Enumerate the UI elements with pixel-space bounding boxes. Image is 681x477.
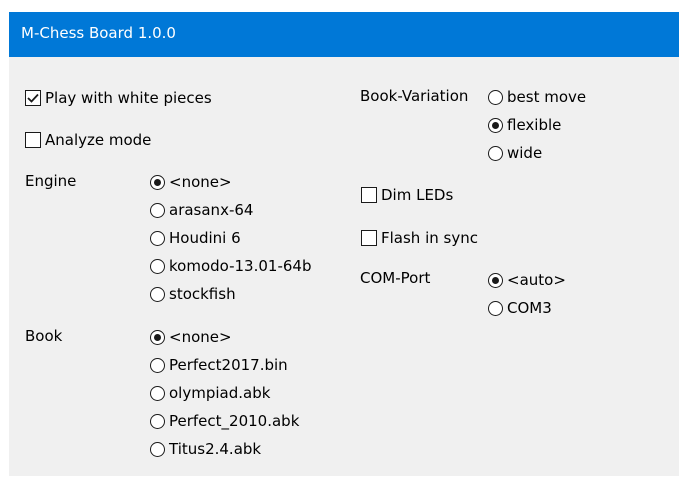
engine-option-label: arasanx-64 bbox=[169, 201, 254, 219]
checkmark-icon bbox=[27, 93, 39, 103]
engine-radio[interactable] bbox=[150, 202, 165, 218]
com-port-option-label: <auto> bbox=[507, 271, 566, 289]
com-port-radio[interactable] bbox=[488, 300, 503, 316]
com-port-radio[interactable] bbox=[488, 272, 503, 288]
play-white-check-box[interactable] bbox=[25, 90, 41, 106]
engine-label: Engine bbox=[25, 172, 77, 190]
engine-option-label: <none> bbox=[169, 173, 232, 191]
book-option[interactable]: <none> bbox=[150, 326, 232, 348]
book-option-label: olympiad.abk bbox=[169, 384, 271, 402]
engine-option[interactable]: arasanx-64 bbox=[150, 199, 253, 221]
book-option-label: Perfect2017.bin bbox=[169, 356, 288, 374]
settings-window: M-Chess Board 1.0.0 Play with white piec… bbox=[9, 12, 679, 476]
book-radio[interactable] bbox=[150, 385, 165, 401]
dim-leds-label: Dim LEDs bbox=[381, 186, 454, 204]
engine-option[interactable]: komodo-13.01-64b bbox=[150, 255, 311, 277]
analyze-mode-check-box[interactable] bbox=[25, 132, 41, 148]
dim-leds-check-box[interactable] bbox=[361, 187, 377, 203]
book-radio[interactable] bbox=[150, 441, 165, 457]
book-variation-option-label: best move bbox=[507, 88, 587, 106]
com-port-label: COM-Port bbox=[360, 269, 431, 287]
book-option[interactable]: Titus2.4.abk bbox=[150, 438, 261, 460]
engine-radio[interactable] bbox=[150, 174, 165, 190]
book-variation-radio[interactable] bbox=[488, 117, 503, 133]
title-bar: M-Chess Board 1.0.0 bbox=[9, 12, 679, 57]
book-variation-option[interactable]: best move bbox=[488, 86, 586, 108]
engine-option-label: stockfish bbox=[169, 285, 236, 303]
flash-sync-check-box[interactable] bbox=[361, 230, 377, 246]
book-option[interactable]: olympiad.abk bbox=[150, 382, 270, 404]
play-white-checkbox[interactable]: Play with white pieces bbox=[25, 87, 212, 109]
book-label: Book bbox=[25, 327, 63, 345]
book-option[interactable]: Perfect2017.bin bbox=[150, 354, 288, 376]
book-radio[interactable] bbox=[150, 413, 165, 429]
book-option[interactable]: Perfect_2010.abk bbox=[150, 410, 299, 432]
com-port-option-label: COM3 bbox=[507, 299, 552, 317]
play-white-label: Play with white pieces bbox=[45, 89, 212, 107]
com-port-option[interactable]: <auto> bbox=[488, 269, 566, 291]
book-variation-option-label: flexible bbox=[507, 116, 562, 134]
com-port-option[interactable]: COM3 bbox=[488, 297, 552, 319]
window-title: M-Chess Board 1.0.0 bbox=[21, 24, 176, 42]
book-option-label: Titus2.4.abk bbox=[169, 440, 262, 458]
engine-radio[interactable] bbox=[150, 258, 165, 274]
book-radio[interactable] bbox=[150, 329, 165, 345]
dim-leds-checkbox[interactable]: Dim LEDs bbox=[361, 184, 453, 206]
engine-option[interactable]: Houdini 6 bbox=[150, 227, 241, 249]
book-radio[interactable] bbox=[150, 357, 165, 373]
book-variation-label: Book-Variation bbox=[360, 87, 469, 105]
engine-radio[interactable] bbox=[150, 286, 165, 302]
book-option-label: <none> bbox=[169, 328, 232, 346]
book-variation-option[interactable]: flexible bbox=[488, 114, 561, 136]
book-variation-option[interactable]: wide bbox=[488, 142, 542, 164]
engine-radio[interactable] bbox=[150, 230, 165, 246]
engine-option[interactable]: stockfish bbox=[150, 283, 236, 305]
book-variation-radio[interactable] bbox=[488, 89, 503, 105]
flash-sync-checkbox[interactable]: Flash in sync bbox=[361, 227, 478, 249]
engine-option[interactable]: <none> bbox=[150, 171, 232, 193]
analyze-mode-label: Analyze mode bbox=[45, 131, 152, 149]
flash-sync-label: Flash in sync bbox=[381, 229, 478, 247]
engine-option-label: Houdini 6 bbox=[169, 229, 241, 247]
book-variation-option-label: wide bbox=[507, 144, 543, 162]
book-option-label: Perfect_2010.abk bbox=[169, 412, 300, 430]
analyze-mode-checkbox[interactable]: Analyze mode bbox=[25, 129, 151, 151]
engine-option-label: komodo-13.01-64b bbox=[169, 257, 312, 275]
book-variation-radio[interactable] bbox=[488, 145, 503, 161]
